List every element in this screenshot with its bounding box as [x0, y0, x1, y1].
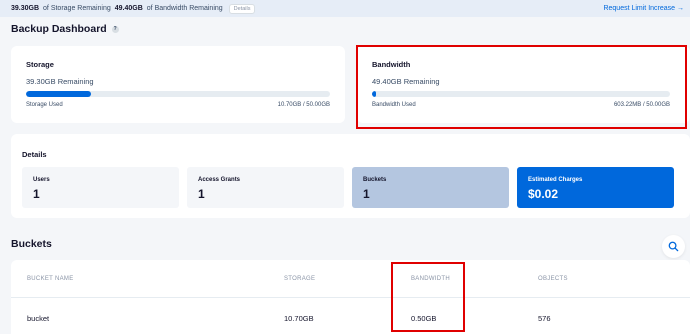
- stat-label: Users: [33, 177, 50, 183]
- buckets-table: BUCKET NAME STORAGE BANDWIDTH OBJECTS bu…: [11, 260, 690, 334]
- bandwidth-remaining-value: 49.40GB: [114, 5, 143, 12]
- storage-remaining-value: 39.30GB: [11, 5, 40, 12]
- column-header-bucket-name[interactable]: BUCKET NAME: [27, 276, 74, 282]
- cell-objects: 576: [538, 314, 551, 323]
- storage-used-value: 10.70GB / 50.00GB: [277, 102, 330, 108]
- stat-value: 1: [33, 187, 40, 201]
- stat-access-grants: Access Grants 1: [187, 167, 344, 208]
- column-header-objects[interactable]: OBJECTS: [538, 276, 568, 282]
- storage-remaining: 39.30GB Remaining: [26, 77, 94, 86]
- search-button[interactable]: [662, 235, 685, 258]
- stat-label: Buckets: [363, 177, 387, 183]
- details-button[interactable]: Details: [228, 3, 256, 14]
- stat-label: Access Grants: [198, 177, 241, 183]
- stat-users: Users 1: [22, 167, 179, 208]
- storage-used-label: Storage Used: [26, 102, 63, 108]
- storage-title: Storage: [26, 60, 54, 69]
- search-icon: [668, 241, 679, 252]
- column-header-storage[interactable]: STORAGE: [284, 276, 315, 282]
- bandwidth-remaining-text: of Bandwidth Remaining: [146, 5, 223, 12]
- bandwidth-highlight-box: [356, 45, 687, 129]
- buckets-title: Buckets: [11, 238, 52, 250]
- page-title-text: Backup Dashboard: [11, 23, 107, 35]
- details-card: Details Users 1 Access Grants 1 Buckets …: [11, 134, 690, 218]
- details-title: Details: [22, 150, 47, 159]
- storage-remaining-text: of Storage Remaining: [43, 5, 111, 12]
- info-icon[interactable]: ?: [111, 25, 119, 33]
- storage-card: Storage 39.30GB Remaining Storage Used 1…: [11, 46, 345, 123]
- stat-value: 1: [363, 187, 370, 201]
- stat-estimated-charges[interactable]: Estimated Charges $0.02: [517, 167, 674, 208]
- stat-buckets[interactable]: Buckets 1: [352, 167, 509, 208]
- request-limit-increase-link[interactable]: Request Limit Increase →: [603, 0, 684, 17]
- cell-bucket-name[interactable]: bucket: [27, 314, 49, 323]
- stat-label: Estimated Charges: [528, 177, 583, 183]
- table-divider: [11, 297, 690, 298]
- storage-progress-bar: [26, 91, 330, 97]
- storage-progress-fill: [26, 91, 92, 97]
- page-title: Backup Dashboard ?: [11, 23, 119, 35]
- cell-storage: 10.70GB: [284, 314, 314, 323]
- usage-banner: 39.30GB of Storage Remaining 49.40GB of …: [0, 0, 690, 17]
- bandwidth-column-highlight-box: [391, 262, 465, 332]
- stat-value: $0.02: [528, 187, 559, 201]
- stat-value: 1: [198, 187, 205, 201]
